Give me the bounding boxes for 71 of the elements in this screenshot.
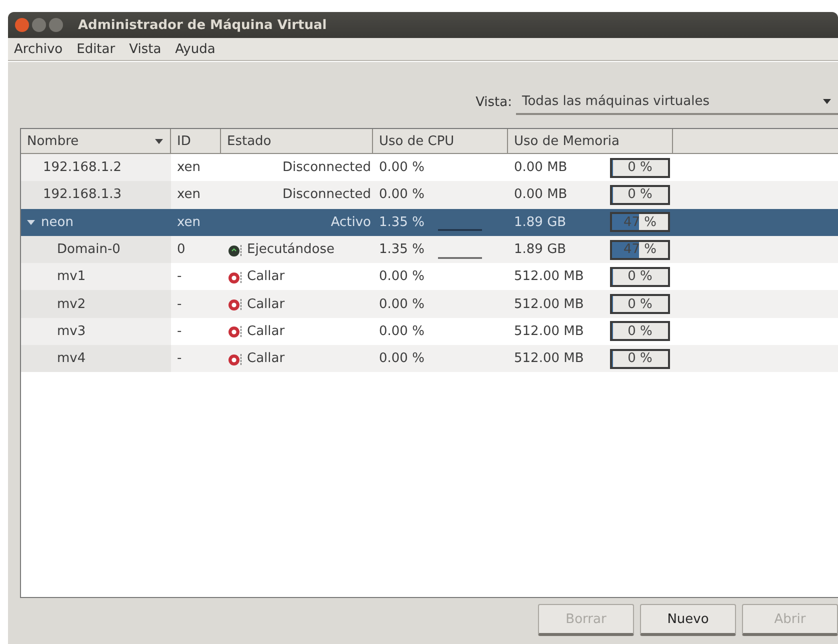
vm-id: -: [177, 351, 182, 366]
table-row[interactable]: mv4 - Callar 0.00 % 512.00 MB 0 %: [21, 345, 838, 372]
column-header[interactable]: Uso de Memoria: [508, 129, 673, 154]
vm-id: -: [177, 296, 182, 312]
vm-id: xen: [177, 160, 201, 176]
column-header[interactable]: Uso de CPU: [373, 129, 508, 154]
vm-id: -: [177, 324, 182, 339]
vm-state: Ejecutándose: [247, 242, 334, 258]
vm-state: Disconnected: [282, 187, 371, 202]
menu-item[interactable]: Vista: [129, 42, 162, 56]
memory-meter: 0 %: [610, 294, 670, 314]
table-row[interactable]: Domain-0 0 Ejecutándose 1.35 % 1.89 GB 47 %: [21, 236, 838, 264]
cpu-usage: 1.35 %: [379, 242, 424, 258]
menu-item[interactable]: Editar: [76, 42, 116, 56]
table-row[interactable]: mv1 - Callar 0.00 % 512.00 MB 0 %: [21, 263, 838, 290]
vm-id: xen: [177, 214, 201, 230]
memory-meter: 47 %: [610, 240, 670, 260]
vm-id: xen: [177, 187, 201, 202]
cpu-usage: 0.00 %: [379, 187, 424, 202]
vm-name: Domain-0: [57, 242, 120, 258]
cpu-usage: 0.00 %: [379, 269, 424, 284]
menu-item[interactable]: Ayuda: [175, 42, 216, 56]
memory-usage: 512.00 MB: [514, 351, 585, 366]
vm-state: Callar: [247, 296, 285, 312]
vm-state: Activo: [330, 214, 371, 230]
dropdown-caret-icon: [822, 97, 832, 105]
vm-name: mv4: [57, 351, 86, 366]
vm-id: -: [177, 269, 182, 284]
memory-usage: 512.00 MB: [514, 324, 585, 339]
expander-arrow-icon[interactable]: [25, 217, 37, 228]
vm-state: Disconnected: [282, 160, 371, 176]
memory-usage: 0.00 MB: [514, 187, 568, 202]
memory-meter: 0 %: [610, 158, 670, 178]
memory-meter: 0 %: [610, 184, 670, 205]
memory-meter: 0 %: [610, 348, 670, 369]
vm-name: 192.168.1.3: [43, 187, 122, 202]
vm-id: 0: [177, 242, 186, 258]
vm-name: neon: [41, 214, 74, 230]
cpu-usage: 0.00 %: [379, 296, 424, 312]
table-row[interactable]: mv2 - Callar 0.00 % 512.00 MB 0 %: [21, 290, 838, 318]
memory-meter: 47 %: [610, 212, 670, 232]
vm-name: 192.168.1.2: [43, 160, 122, 176]
window-title: Administrador de Máquina Virtual: [78, 18, 327, 32]
cpu-usage: 1.35 %: [379, 214, 424, 230]
window-controls-icon[interactable]: [14, 17, 66, 33]
vm-name: mv1: [57, 269, 86, 284]
column-header[interactable]: ID: [171, 129, 221, 154]
memory-usage: 1.89 GB: [514, 214, 568, 230]
menu-item[interactable]: Archivo: [14, 42, 63, 56]
memory-meter: 0 %: [610, 266, 670, 287]
column-header[interactable]: Nombre: [21, 129, 171, 154]
memory-usage: 1.89 GB: [514, 242, 568, 258]
vm-state: Callar: [247, 351, 285, 366]
vm-state: Callar: [247, 269, 285, 284]
vm-name: mv2: [57, 296, 86, 312]
memory-meter: 0 %: [610, 321, 670, 342]
memory-usage: 512.00 MB: [514, 269, 585, 284]
cpu-usage: 0.00 %: [379, 160, 424, 176]
table-row[interactable]: neon xen Activo 1.35 % 1.89 GB 47 %: [21, 208, 838, 236]
memory-usage: 0.00 MB: [514, 160, 568, 176]
memory-usage: 512.00 MB: [514, 296, 585, 312]
column-header[interactable]: Estado: [221, 129, 373, 154]
cpu-usage: 0.00 %: [379, 351, 424, 366]
dialog-button[interactable]: Nuevo: [640, 604, 736, 636]
table-row[interactable]: 192.168.1.3 xen Disconnected 0.00 % 0.00 MB 0 %: [21, 181, 838, 209]
vm-state: Callar: [247, 324, 285, 339]
view-label: Vista:: [476, 94, 512, 110]
table-row[interactable]: 192.168.1.2 xen Disconnected 0.00 % 0.00 MB 0 %: [21, 154, 838, 182]
view-dropdown[interactable]: Todas las máquinas virtuales: [516, 89, 838, 115]
vm-name: mv3: [57, 324, 86, 339]
cpu-usage: 0.00 %: [379, 324, 424, 339]
